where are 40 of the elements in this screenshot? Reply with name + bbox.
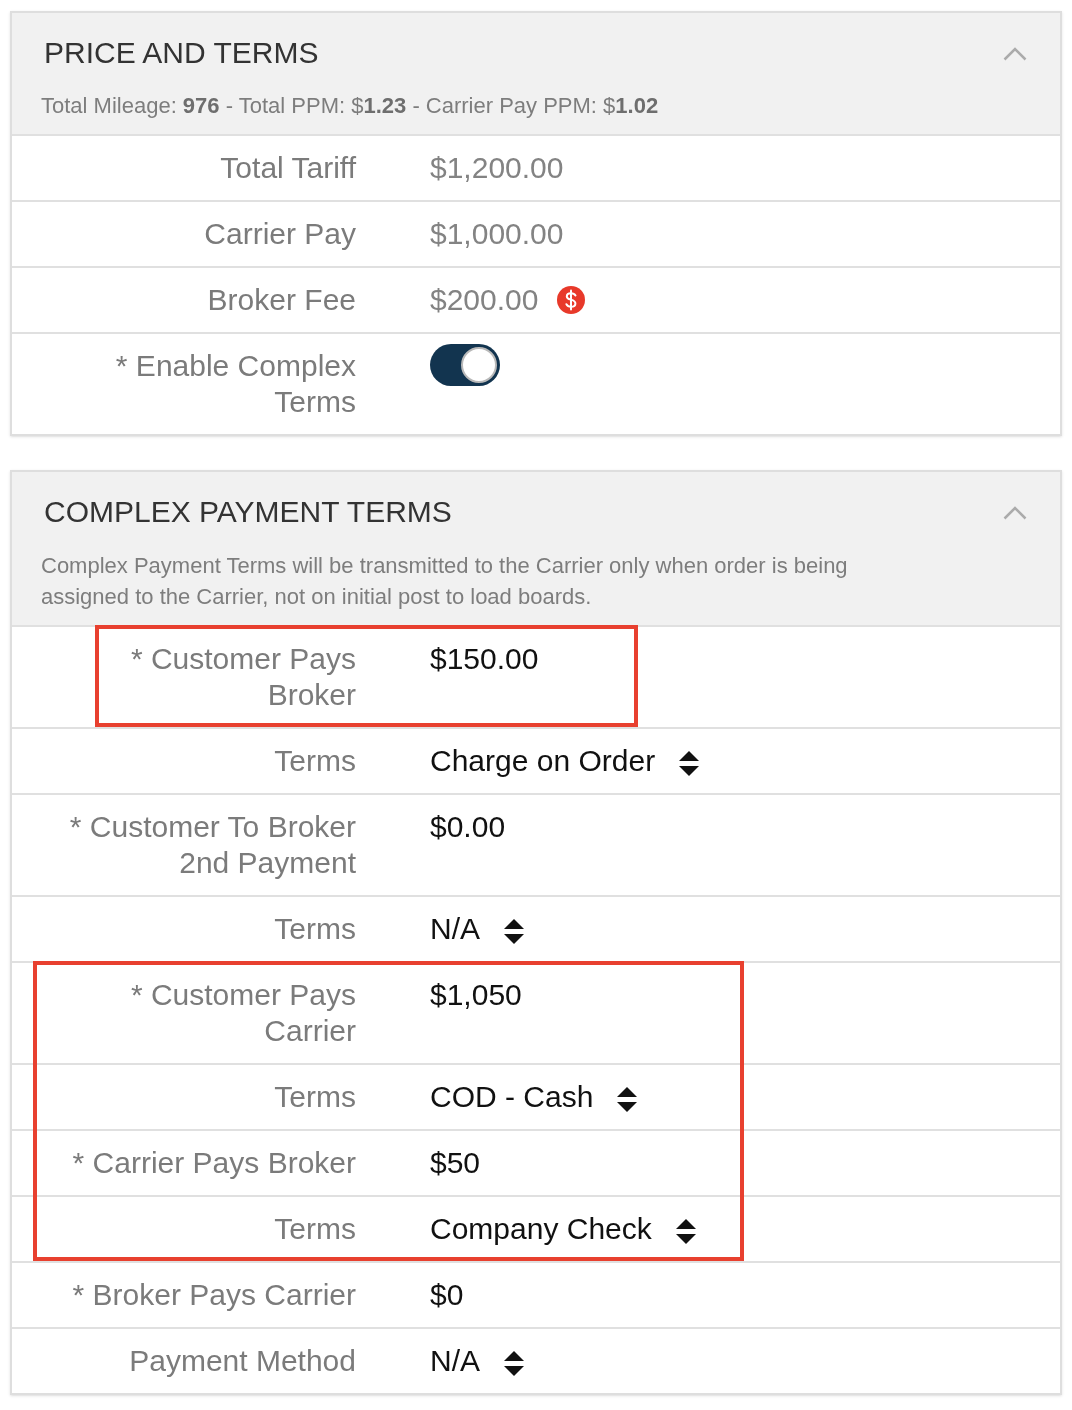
field-label: * Carrier Pays Broker (72, 1145, 356, 1181)
field-label: Total Tariff (220, 150, 356, 186)
field-label: Terms (274, 1079, 356, 1115)
sort-arrows-icon (679, 751, 700, 776)
panel-title: PRICE AND TERMS (43, 35, 319, 71)
chevron-up-icon[interactable] (1003, 506, 1027, 520)
amount-field[interactable]: $50 (430, 1145, 481, 1181)
field-label: Payment Method (129, 1343, 356, 1379)
terms-select[interactable]: Company Check (430, 1211, 696, 1247)
field-label: * Broker Pays Carrier (72, 1277, 356, 1313)
amount-value: $200.00 (430, 282, 539, 318)
amount-field[interactable]: $0 (430, 1277, 464, 1313)
terms-select[interactable]: Charge on Order (430, 743, 700, 779)
sort-arrows-icon (504, 1351, 524, 1376)
panel-title: COMPLEX PAYMENT TERMS (43, 494, 452, 530)
sort-arrows-icon (617, 1087, 638, 1112)
terms-select[interactable]: N/A (430, 1343, 524, 1379)
summary-text: Total Mileage: 976 - Total PPM: $1.23 - Carrier Pay PPM: $1.02 (41, 92, 660, 120)
field-label: * Customer Pays Broker (129, 641, 356, 713)
sort-arrows-icon (504, 919, 524, 944)
chevron-up-icon[interactable] (1003, 47, 1027, 61)
field-label: Broker Fee (207, 282, 356, 318)
toggle-switch[interactable] (430, 344, 500, 386)
description-text: Complex Payment Terms will be transmitted to the Carrier only when order is being assigned to the Carrier, not on initial post to load boards. (41, 552, 849, 611)
terms-select[interactable]: COD - Cash (430, 1079, 638, 1115)
field-label: Terms (274, 1211, 356, 1247)
field-label: Carrier Pay (204, 216, 356, 252)
field-label: Terms (274, 911, 356, 947)
sort-arrows-icon (675, 1219, 696, 1244)
field-label: * Customer Pays Carrier (129, 977, 356, 1049)
field-label: * Customer To Broker 2nd Payment (68, 809, 356, 881)
amount-field[interactable]: $0.00 (430, 809, 506, 845)
field-label: * Enable Complex Terms (114, 348, 356, 420)
amount-value: $1,000.00 (430, 216, 564, 252)
terms-select[interactable]: N/A (430, 911, 524, 947)
amount-field[interactable]: $150.00 (430, 641, 539, 677)
amount-field[interactable]: $1,050 (430, 977, 522, 1013)
field-label: Terms (274, 743, 356, 779)
dollar-icon (557, 286, 586, 314)
amount-value: $1,200.00 (430, 150, 564, 186)
